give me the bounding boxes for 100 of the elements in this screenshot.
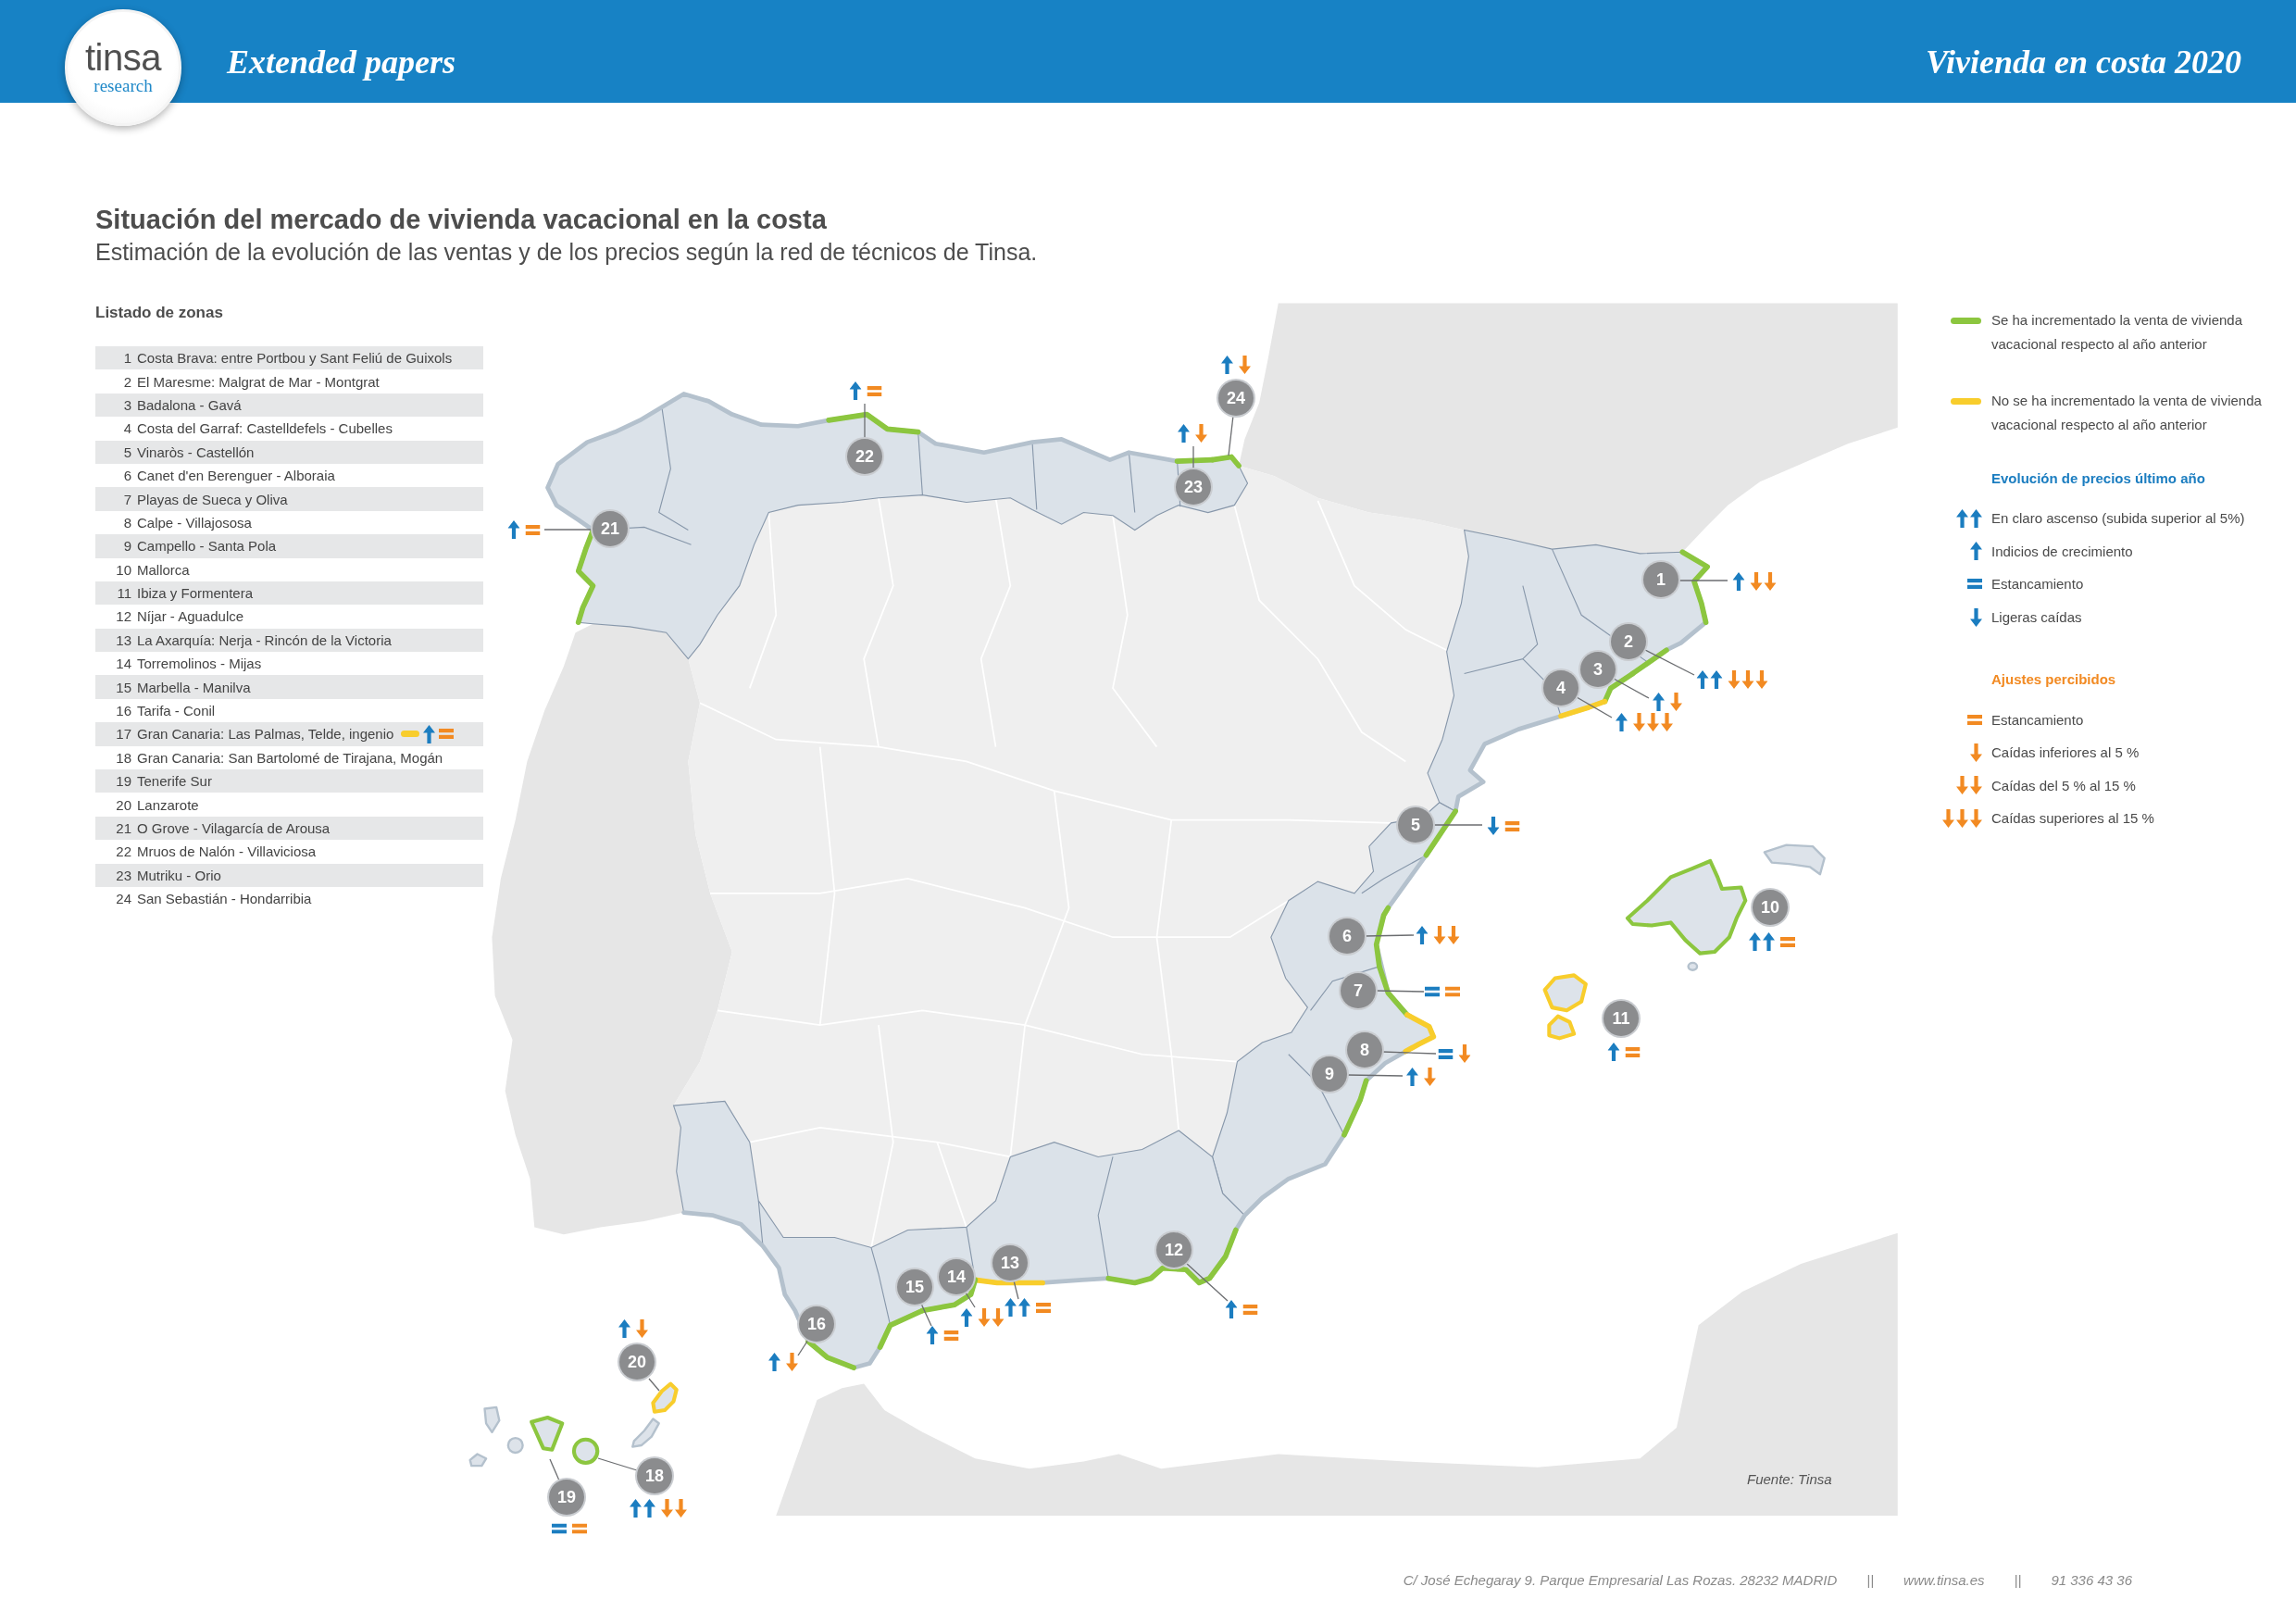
island-shape: [1763, 843, 1826, 876]
zone-number-marker: 16: [799, 1306, 834, 1342]
leader-line: [1228, 415, 1234, 456]
zone-name: Gran Canaria: Las Palmas, Telde, ingenio: [137, 726, 394, 743]
zone-name: San Sebastián - Hondarribia: [137, 891, 312, 907]
leader-line: [1381, 1051, 1437, 1055]
equals-icon: [1967, 714, 1982, 725]
zone-number: 2: [122, 373, 131, 390]
leader-line: [1432, 824, 1483, 826]
legend-label: No se ha incrementado la venta de vivienda vacacional respecto al año anterior: [1991, 392, 2263, 434]
zone-name: Campello - Santa Pola: [137, 538, 277, 555]
zone-number-marker: 14: [939, 1259, 974, 1294]
double-down-arrow-icon: [661, 1499, 687, 1518]
up-arrow-icon: [1616, 713, 1628, 731]
zone-number-marker: 2: [1611, 624, 1646, 659]
zone-number: 10: [115, 561, 131, 578]
down-arrow-icon: [1424, 1068, 1436, 1086]
legend-label: Caídas inferiores al 5 %: [1991, 744, 2140, 761]
island-shape: [631, 1418, 660, 1448]
down-arrow-icon: [1487, 817, 1500, 835]
footer-separator: ||: [2014, 1571, 2022, 1590]
zone-number-marker: 10: [1753, 890, 1788, 925]
equals-icon: [552, 1523, 567, 1534]
leader-line: [864, 403, 866, 440]
up-arrow-icon: [849, 381, 862, 400]
zone-number: 3: [122, 396, 131, 413]
leader-line: [1192, 445, 1194, 470]
legend-label: Ligeras caídas: [1991, 609, 2082, 626]
up-arrow-icon: [1970, 542, 1982, 561]
legend-label: Estancamiento: [1991, 711, 2084, 728]
down-arrow-icon: [786, 1353, 798, 1371]
down-arrow-icon: [1239, 356, 1251, 374]
zone-number-marker: 20: [619, 1344, 655, 1380]
logo-wordmark: tinsa: [85, 40, 161, 75]
zone-number-marker: 3: [1580, 652, 1616, 687]
zone-number-marker: 11: [1603, 1001, 1639, 1036]
zone-number: 17: [115, 726, 131, 743]
zone-number-marker: 1: [1643, 562, 1678, 597]
down-arrow-icon: [1970, 743, 1982, 762]
zone-number-marker: 12: [1156, 1232, 1192, 1268]
zone-name: Torremolinos - Mijas: [137, 656, 262, 672]
leader-line: [1364, 934, 1415, 937]
equals-icon: [1425, 986, 1440, 997]
zone-number: 18: [115, 749, 131, 766]
legend-heading: Evolución de precios último año: [1991, 469, 2205, 488]
double-down-arrow-icon: [1956, 776, 1982, 795]
zone-number-marker: 8: [1347, 1032, 1382, 1068]
triple-down-arrow-icon: [1942, 808, 1982, 828]
zone-number: 4: [122, 420, 131, 437]
zone-number-marker: 19: [549, 1480, 584, 1515]
zone-number: 21: [115, 820, 131, 836]
leader-line: [797, 1339, 809, 1356]
equals-icon: [1445, 986, 1460, 997]
leader-line: [543, 529, 593, 531]
down-arrow-icon: [1458, 1044, 1471, 1063]
page-title: Situación del mercado de vivienda vacacional en la costa: [95, 204, 827, 235]
footer-address: C/ José Echegaray 9. Parque Empresarial Las Rozas. 28232 MADRID: [1403, 1571, 1838, 1590]
zone-number: 9: [122, 538, 131, 555]
series-title: Extended papers: [227, 42, 455, 82]
zone-name: Marbella - Manilva: [137, 679, 251, 695]
zone-name: Badalona - Gavá: [137, 396, 242, 413]
leader-line: [1013, 1280, 1019, 1300]
island-shape: [468, 1453, 488, 1468]
down-arrow-icon: [636, 1319, 648, 1338]
double-up-arrow-icon: [630, 1499, 655, 1518]
zone-name: Canet d'en Berenguer - Alboraia: [137, 468, 335, 484]
equals-icon: [1438, 1048, 1454, 1059]
leader-line: [549, 1458, 560, 1481]
double-down-arrow-icon: [1433, 926, 1460, 944]
zone-number: 23: [115, 867, 131, 883]
triple-down-arrow-icon: [1728, 670, 1768, 689]
down-arrow-icon: [1970, 607, 1982, 627]
down-arrow-icon: [1670, 693, 1682, 711]
island-shape: [1687, 961, 1699, 971]
equals-icon: [439, 729, 455, 740]
zone-number: 12: [115, 608, 131, 625]
zone-number: 11: [116, 585, 131, 602]
leader-line: [597, 1457, 638, 1471]
up-arrow-icon: [1416, 926, 1429, 944]
zone-number-marker: 24: [1218, 381, 1254, 416]
zone-number: 13: [115, 631, 131, 648]
zone-number: 6: [122, 468, 131, 484]
up-arrow-icon: [1653, 693, 1665, 711]
zone-name: Vinaròs - Castellón: [137, 443, 255, 460]
leader-line: [1644, 649, 1695, 676]
zone-number: 8: [122, 514, 131, 531]
up-arrow-icon: [1178, 424, 1190, 443]
zone-name: Níjar - Aguadulce: [137, 608, 244, 625]
legend-label: Caídas superiores al 15 %: [1991, 810, 2154, 827]
zone-name: Tarifa - Conil: [137, 703, 216, 719]
double-up-arrow-icon: [1004, 1298, 1030, 1317]
logo-tagline: research: [94, 77, 153, 95]
zone-name: Tenerife Sur: [137, 773, 212, 790]
legend-label: En claro ascenso (subida superior al 5%): [1991, 510, 2245, 527]
zone-number: 19: [115, 773, 131, 790]
island-shape: [483, 1405, 501, 1433]
equals-icon: [1036, 1302, 1051, 1313]
equals-icon: [1780, 936, 1795, 947]
leader-line: [965, 1292, 976, 1308]
list-heading: Listado de zonas: [95, 303, 223, 323]
